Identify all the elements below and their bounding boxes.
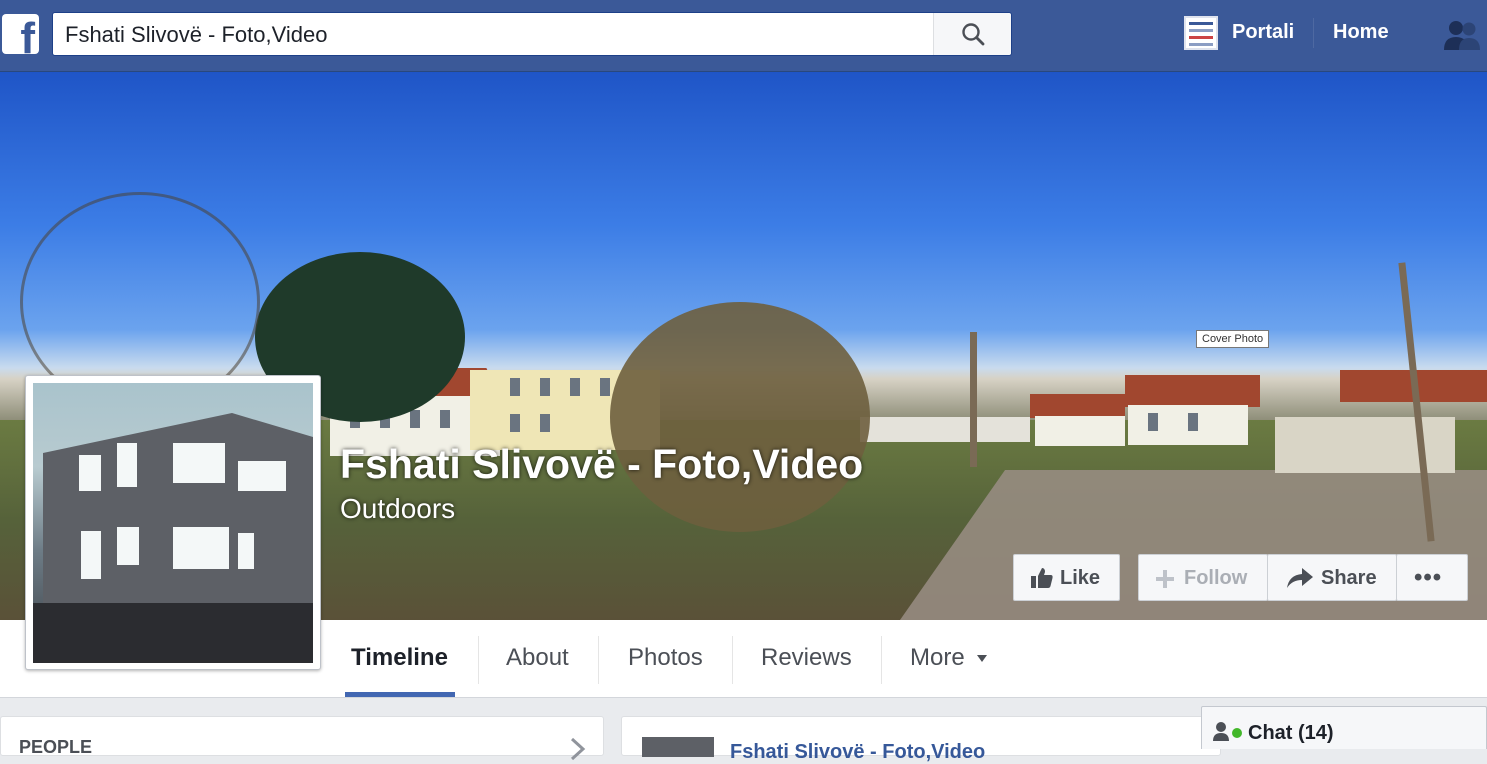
nav-home-link[interactable]: Home [1333,21,1389,44]
profile-photo [33,383,313,663]
like-label: Like [1060,567,1101,589]
person-icon [1213,722,1229,741]
online-status-dot [1232,728,1242,738]
chat-sidebar-tab[interactable]: Chat (14) [1201,706,1487,749]
ellipsis-icon: ••• [1414,564,1443,591]
share-label: Share [1321,567,1377,589]
tab-divider [732,636,733,684]
tab-photos[interactable]: Photos [628,644,703,672]
people-heading: PEOPLE [19,737,93,757]
thumbs-up-icon [1031,568,1053,588]
house-mid [1035,416,1125,446]
page-category[interactable]: Outdoors [340,493,455,525]
tab-more[interactable]: More [910,644,988,672]
search-button[interactable] [933,13,1011,55]
tab-reviews[interactable]: Reviews [761,644,852,672]
plus-icon [1156,570,1174,588]
facebook-logo-icon[interactable]: f [2,14,39,54]
house-wall-right [1275,417,1455,473]
tab-divider [598,636,599,684]
house-roof [1125,375,1260,407]
low-buildings [860,417,1030,442]
tab-more-label: More [910,644,965,671]
nav-portali-link[interactable]: Portali [1232,21,1294,44]
friend-requests-icon[interactable] [1442,18,1482,52]
follow-label: Follow [1184,567,1248,589]
profile-picture[interactable] [25,375,321,670]
chat-label: Chat (14) [1248,722,1334,744]
chevron-right-icon[interactable] [569,737,587,761]
nav-divider [1313,18,1314,48]
top-navigation-bar: f Fshati Slivovë - Foto,Video Portali Ho… [0,0,1487,72]
cover-photo-tooltip: Cover Photo [1196,330,1270,348]
people-card: PEOPLE [0,716,604,761]
house [1128,405,1248,445]
page-title[interactable]: Fshati Slivovë - Foto,Video [340,441,863,488]
search-box[interactable]: Fshati Slivovë - Foto,Video [52,12,1012,56]
profile-ground [33,603,313,663]
portali-thumbnail-icon[interactable] [1184,16,1218,50]
search-icon [962,23,985,46]
house-roof-mid [1030,394,1125,418]
post-card: Fshati Slivovë - Foto,Video [621,716,1221,763]
post-author-name[interactable]: Fshati Slivovë - Foto,Video [730,741,985,764]
post-author-avatar[interactable] [642,737,714,757]
search-input[interactable]: Fshati Slivovë - Foto,Video [65,22,328,48]
more-options-button[interactable]: ••• [1396,554,1468,601]
tab-divider [881,636,882,684]
utility-pole [970,332,977,467]
caret-down-icon [977,654,988,662]
follow-button[interactable]: Follow [1138,554,1268,601]
share-button[interactable]: Share [1267,554,1397,601]
tab-timeline[interactable]: Timeline [351,644,448,672]
tab-divider [478,636,479,684]
willow-tree [610,302,870,532]
tab-about[interactable]: About [506,644,569,672]
share-arrow-icon [1287,568,1313,588]
active-tab-indicator [345,692,455,697]
like-button[interactable]: Like [1013,554,1120,601]
